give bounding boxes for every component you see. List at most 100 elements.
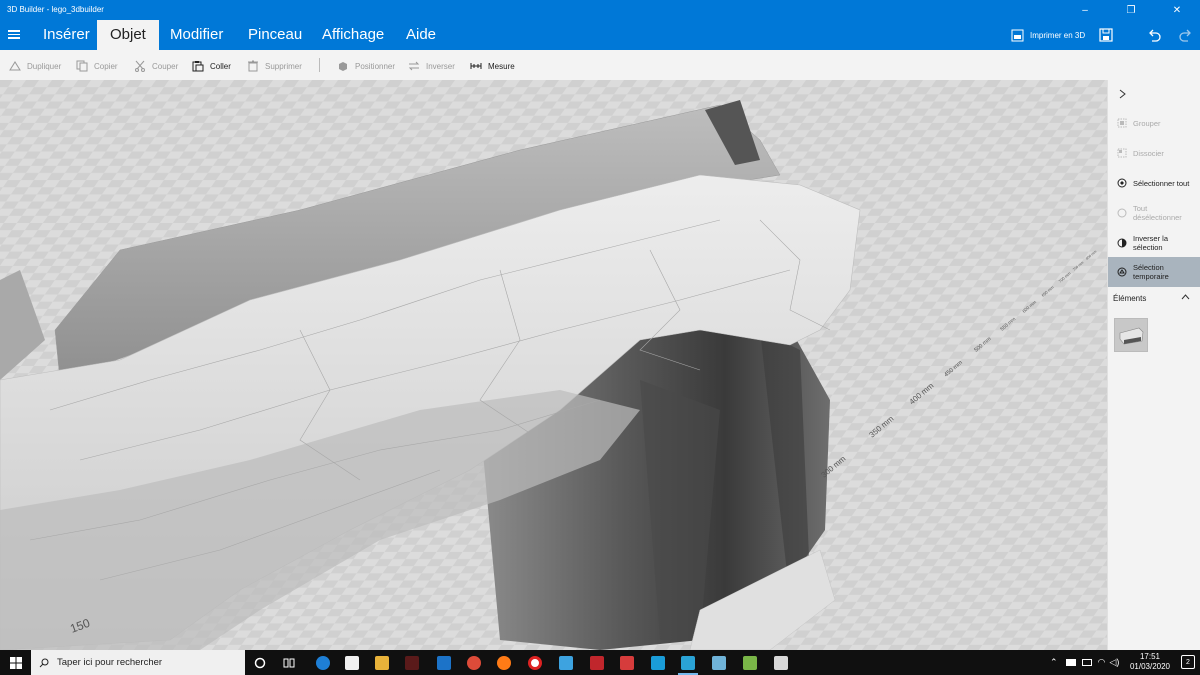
cortana-icon[interactable] [250, 653, 270, 672]
print-3d-label: Imprimer en 3D [1030, 30, 1086, 40]
tab-pinceau[interactable]: Pinceau [235, 20, 315, 50]
redo-icon[interactable] [1177, 27, 1193, 43]
couper-label: Couper [152, 61, 179, 71]
invert-selection-icon [1117, 238, 1127, 248]
toolbar-separator [319, 58, 320, 72]
ribbon-tabs: Insérer Objet Modifier Pinceau Affichage… [0, 20, 1200, 50]
mesure-button[interactable]: Mesure [470, 59, 515, 73]
copier-label: Copier [94, 61, 118, 71]
wifi-icon[interactable]: ◠ [1098, 657, 1106, 668]
model-thumbnail-icon [1119, 327, 1144, 345]
taskbar-clock[interactable]: 17:51 01/03/2020 [1130, 652, 1170, 672]
supprimer-label: Supprimer [265, 61, 302, 71]
notepad-app-icon[interactable] [709, 653, 729, 672]
sketchup-icon[interactable] [617, 653, 637, 672]
hamburger-menu-icon[interactable] [8, 28, 20, 40]
element-thumbnail[interactable] [1114, 318, 1148, 352]
viewer-app-icon[interactable] [771, 653, 791, 672]
supprimer-button[interactable]: Supprimer [247, 59, 302, 73]
filezilla-icon[interactable] [587, 653, 607, 672]
search-icon [39, 658, 49, 667]
tout-deselectionner-label: Tout désélectionner [1133, 204, 1182, 222]
chevron-up-icon[interactable] [1181, 294, 1190, 300]
dupliquer-button[interactable]: Dupliquer [9, 59, 61, 73]
measure-icon [470, 63, 482, 69]
undo-icon[interactable] [1147, 27, 1163, 43]
chevron-up-tray-icon[interactable]: ⌃ [1050, 657, 1058, 668]
start-button[interactable] [0, 650, 31, 675]
couper-button[interactable]: Couper [134, 59, 178, 73]
inverser-selection-label: Inverser la sélection [1133, 234, 1168, 252]
mail-icon[interactable] [434, 653, 454, 672]
select-all-icon [1117, 178, 1127, 188]
minimize-button[interactable]: – [1062, 0, 1108, 20]
paste-icon [192, 61, 204, 72]
scene-svg: 150 300 mm 350 mm 400 mm 450 mm 500 mm 5… [0, 80, 1107, 650]
firefox-icon[interactable] [494, 653, 514, 672]
tout-deselectionner-button[interactable]: Tout désélectionner [1108, 204, 1200, 222]
store-icon[interactable] [342, 653, 362, 672]
selection-temporaire-line1: Sélection [1133, 263, 1164, 272]
tab-modifier[interactable]: Modifier [157, 20, 236, 50]
search-placeholder: Taper ici pour rechercher [57, 657, 163, 668]
coller-label: Coller [210, 61, 231, 71]
swap-icon [408, 61, 420, 71]
window-title: 3D Builder - lego_3dbuilder [7, 5, 104, 14]
notification-center-icon[interactable]: 2 [1181, 655, 1195, 669]
gaming-app-icon[interactable] [402, 653, 422, 672]
clock-time: 17:51 [1139, 652, 1160, 661]
copier-button[interactable]: Copier [76, 59, 118, 73]
clock-date: 01/03/2020 [1129, 662, 1170, 671]
dupliquer-label: Dupliquer [27, 61, 62, 71]
tab-affichage[interactable]: Affichage [309, 20, 397, 50]
inverser-button[interactable]: Inverser [408, 59, 455, 73]
coller-button[interactable]: Coller [192, 59, 231, 73]
selection-temporaire-button[interactable]: Sélection temporaire [1108, 257, 1200, 287]
position-icon [339, 62, 347, 71]
tout-deselectionner-line2: désélectionner [1133, 213, 1182, 222]
dissocier-button[interactable]: Dissocier [1108, 148, 1200, 158]
maximize-button[interactable]: ❐ [1108, 0, 1154, 20]
print-3d-button[interactable]: Imprimer en 3D [1011, 27, 1085, 43]
notes-app-icon[interactable] [740, 653, 760, 672]
deselect-all-icon [1117, 208, 1127, 218]
collapse-panel-chevron-icon[interactable] [1118, 89, 1127, 99]
tab-objet[interactable]: Objet [97, 20, 159, 50]
notification-count: 2 [1186, 658, 1190, 666]
chrome-icon[interactable] [464, 653, 484, 672]
selectionner-tout-button[interactable]: Sélectionner tout [1108, 178, 1200, 188]
grouper-button[interactable]: Grouper [1108, 118, 1200, 128]
inverser-label: Inverser [426, 61, 455, 71]
volume-icon[interactable]: ◁) [1109, 657, 1119, 668]
title-bar: 3D Builder - lego_3dbuilder – ❐ ✕ [0, 0, 1200, 20]
copy-icon [76, 60, 88, 72]
file-explorer-icon[interactable] [372, 653, 392, 672]
close-button[interactable]: ✕ [1154, 0, 1200, 20]
inverser-selection-button[interactable]: Inverser la sélection [1108, 234, 1200, 252]
positionner-button[interactable]: Positionner [337, 59, 395, 73]
scissors-icon [135, 60, 145, 72]
duplicate-icon [9, 61, 21, 71]
battery-icon[interactable] [1065, 659, 1076, 666]
3d-viewport[interactable]: 150 300 mm 350 mm 400 mm 450 mm 500 mm 5… [0, 80, 1107, 650]
elements-heading: Éléments [1113, 294, 1147, 303]
selection-temporaire-line2: temporaire [1133, 272, 1169, 281]
save-icon[interactable] [1098, 27, 1114, 43]
inverser-selection-line2: sélection [1133, 243, 1163, 252]
task-view-icon[interactable] [279, 653, 299, 672]
record-app-icon[interactable] [525, 653, 545, 672]
inverser-selection-line1: Inverser la [1133, 234, 1169, 243]
3d-builder-taskbar-icon[interactable] [678, 653, 698, 675]
selection-temporaire-label: Sélection temporaire [1133, 263, 1169, 281]
taskbar-search-box[interactable]: Taper ici pour rechercher [31, 650, 245, 675]
dissocier-label: Dissocier [1133, 148, 1164, 158]
edge-icon[interactable] [313, 653, 333, 672]
object-toolbar: Dupliquer Copier Couper Coller Supprimer… [0, 50, 1200, 80]
cura-icon[interactable] [648, 653, 668, 672]
tab-inserer[interactable]: Insérer [30, 20, 103, 50]
temporary-selection-icon [1117, 267, 1127, 277]
network-icon[interactable] [1081, 659, 1092, 666]
tab-aide[interactable]: Aide [393, 20, 449, 50]
grouper-label: Grouper [1133, 118, 1161, 128]
vscode-icon[interactable] [556, 653, 576, 672]
